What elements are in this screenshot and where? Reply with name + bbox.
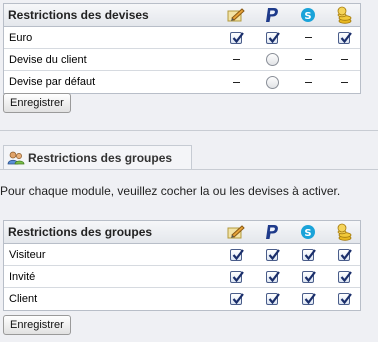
radio-button[interactable]	[265, 53, 279, 66]
row-label-customer: Client	[9, 293, 38, 305]
currency-table-header: Restrictions des devises S	[4, 4, 360, 27]
checkbox[interactable]	[230, 31, 244, 44]
group-users-icon	[7, 151, 25, 165]
not-applicable-dash	[340, 59, 348, 60]
coins-module-icon	[326, 6, 362, 24]
checkbox[interactable]	[266, 270, 280, 283]
checkbox[interactable]	[302, 248, 316, 261]
coins-module-icon	[326, 223, 362, 241]
checkbox[interactable]	[338, 248, 352, 261]
checkbox[interactable]	[266, 248, 280, 261]
radio-button[interactable]	[265, 75, 279, 89]
not-applicable-dash	[304, 37, 312, 38]
table-row: Visiteur	[4, 244, 360, 266]
pencil-module-icon	[218, 224, 254, 240]
currency-table-title: Restrictions des devises	[8, 8, 149, 22]
table-row: Client	[4, 288, 360, 310]
save-groups-button[interactable]: Enregistrer	[3, 315, 71, 335]
paypal-module-icon	[254, 6, 290, 24]
section-divider	[0, 130, 378, 131]
checkbox[interactable]	[302, 270, 316, 283]
group-table-title: Restrictions des groupes	[8, 225, 153, 239]
checkbox[interactable]	[338, 293, 352, 305]
svg-text:S: S	[304, 11, 311, 22]
not-applicable-dash	[340, 81, 348, 83]
checkbox[interactable]	[338, 270, 352, 283]
checkbox[interactable]	[338, 31, 352, 44]
checkbox[interactable]	[266, 31, 280, 44]
checkbox[interactable]	[230, 270, 244, 283]
not-applicable-dash	[232, 81, 240, 83]
pencil-module-icon	[218, 7, 254, 23]
group-table-header: Restrictions des groupes S	[4, 221, 360, 244]
row-label-visitor: Visiteur	[9, 248, 46, 261]
checkbox[interactable]	[302, 293, 316, 305]
row-label-euro: Euro	[9, 31, 33, 44]
skrill-module-icon: S	[290, 224, 326, 240]
row-label-default-currency: Devise par défaut	[9, 76, 96, 88]
group-restrictions-tab: Restrictions des groupes	[3, 145, 192, 169]
table-row: Euro	[4, 27, 360, 49]
save-currency-button[interactable]: Enregistrer	[3, 93, 71, 113]
currency-restrictions-table: Restrictions des devises S Euro Devise d…	[3, 3, 361, 94]
checkbox[interactable]	[230, 293, 244, 305]
not-applicable-dash	[304, 59, 312, 60]
table-row: Devise du client	[4, 49, 360, 71]
group-intro-text: Pour chaque module, veuillez cocher la o…	[0, 184, 341, 198]
row-label-customer-currency: Devise du client	[9, 53, 87, 66]
table-row: Devise par défaut	[4, 71, 360, 93]
not-applicable-dash	[304, 81, 312, 83]
skrill-module-icon: S	[290, 7, 326, 23]
row-label-guest: Invité	[9, 270, 36, 283]
svg-text:S: S	[304, 228, 311, 239]
checkbox[interactable]	[266, 293, 280, 305]
tab-baseline	[0, 169, 378, 170]
paypal-module-icon	[254, 223, 290, 241]
table-row: Invité	[4, 266, 360, 288]
not-applicable-dash	[232, 59, 240, 60]
group-restrictions-table: Restrictions des groupes S Visiteur Invi…	[3, 220, 361, 311]
group-tab-title: Restrictions des groupes	[28, 150, 173, 165]
checkbox[interactable]	[230, 248, 244, 261]
